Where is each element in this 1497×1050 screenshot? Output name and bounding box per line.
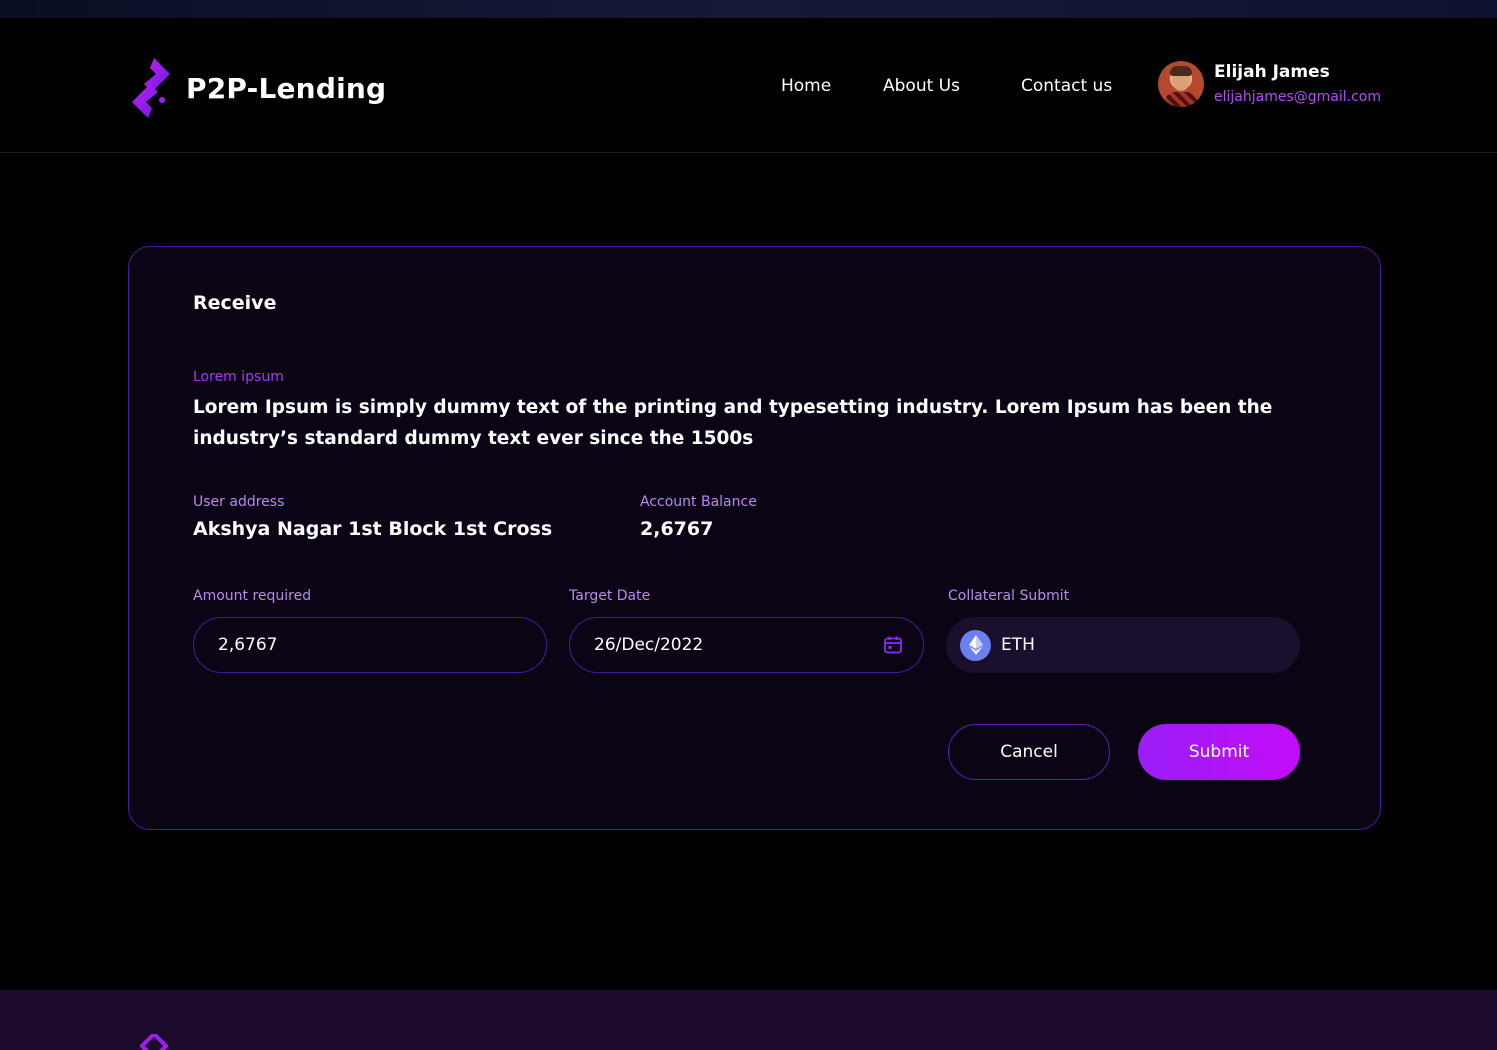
footer	[0, 990, 1497, 1050]
cancel-button[interactable]: Cancel	[948, 724, 1110, 780]
submit-button[interactable]: Submit	[1138, 724, 1300, 780]
collateral-value: ETH	[1001, 635, 1035, 655]
account-balance-value: 2,6767	[640, 518, 714, 540]
nav-about-us[interactable]: About Us	[883, 76, 960, 96]
amount-required-label: Amount required	[193, 588, 312, 604]
calendar-icon[interactable]	[883, 635, 903, 655]
receive-card: Receive Lorem ipsum Lorem Ipsum is simpl…	[128, 246, 1381, 830]
avatar-shirt	[1164, 92, 1198, 107]
card-title: Receive	[193, 292, 277, 314]
brand-name: P2P-Lending	[186, 71, 387, 105]
target-date-field[interactable]: 26/Dec/2022	[569, 617, 924, 673]
user-email: elijahjames@gmail.com	[1214, 89, 1381, 105]
target-date-value: 26/Dec/2022	[594, 635, 704, 655]
amount-required-value: 2,6767	[218, 635, 278, 655]
nav-contact-us[interactable]: Contact us	[1021, 76, 1112, 96]
p2p-logo-icon	[132, 58, 170, 118]
brand-logo[interactable]: P2P-Lending	[126, 56, 386, 120]
collateral-submit-label: Collateral Submit	[948, 588, 1070, 604]
top-strip	[0, 0, 1497, 18]
collateral-select[interactable]: ETH	[946, 617, 1300, 673]
description-text: Lorem Ipsum is simply dummy text of the …	[193, 397, 1273, 449]
nav-home[interactable]: Home	[781, 76, 831, 96]
avatar[interactable]	[1158, 61, 1204, 107]
navbar: P2P-Lending Home About Us Contact us Eli…	[0, 18, 1497, 153]
user-address-value: Akshya Nagar 1st Block 1st Cross	[193, 518, 553, 540]
account-balance-label: Account Balance	[640, 494, 757, 510]
user-name: Elijah James	[1214, 62, 1330, 82]
info-label: Lorem ipsum	[193, 369, 284, 385]
target-date-label: Target Date	[569, 588, 651, 604]
amount-required-field[interactable]: 2,6767	[193, 617, 547, 673]
avatar-hair	[1170, 66, 1192, 76]
footer-logo-icon	[140, 1034, 168, 1050]
ethereum-icon	[960, 629, 991, 661]
user-address-label: User address	[193, 494, 285, 510]
